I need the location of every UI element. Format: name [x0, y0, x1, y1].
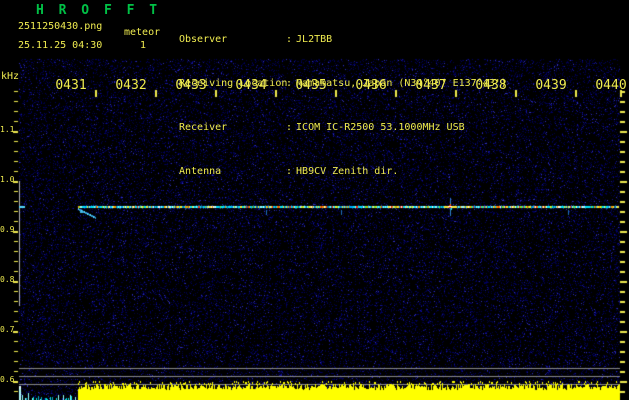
- time-tick-0435: 0435: [295, 78, 327, 93]
- observer-value: JL2TBB: [296, 34, 333, 45]
- receiver-value: ICOM IC-R2500 53.1000MHz USB: [296, 122, 465, 133]
- filename-text: 2511250430.png: [18, 21, 103, 32]
- time-tick-0433: 0433: [175, 78, 207, 93]
- mode-text: meteor: [124, 27, 161, 38]
- antenna-value: HB9CV Zenith dir.: [296, 166, 399, 177]
- freq-tick-0.8: 0.8: [0, 275, 15, 284]
- freq-tick-0.6: 0.6: [0, 375, 15, 384]
- freq-tick-1.1: 1.1: [0, 125, 15, 134]
- time-tick-0436: 0436: [355, 78, 387, 93]
- colon: :: [286, 34, 293, 45]
- info-row-observer: Observer: JL2TBB: [179, 35, 507, 47]
- meteor-count: 1: [140, 40, 147, 51]
- time-tick-0434: 0434: [235, 78, 267, 93]
- time-tick-0438: 0438: [475, 78, 507, 93]
- freq-tick-0.9: 0.9: [0, 225, 15, 234]
- time-tick-0440: 0440: [595, 78, 627, 93]
- datetime-text: 25.11.25 04:30: [18, 40, 103, 51]
- observer-label: Observer: [179, 34, 228, 45]
- info-row-antenna: Antenna: HB9CV Zenith dir.: [179, 167, 507, 179]
- antenna-label: Antenna: [179, 166, 222, 177]
- info-row-location: Receiving Location: Hamamatsu, Japan (N34…: [179, 79, 507, 91]
- colon: :: [286, 166, 293, 177]
- receiver-label: Receiver: [179, 122, 228, 133]
- colon: :: [286, 122, 293, 133]
- app-title: H R O F F T: [36, 3, 161, 18]
- time-tick-0431: 0431: [55, 78, 87, 93]
- observation-info: Observer: JL2TBB Receiving Location: Hamam…: [179, 3, 507, 195]
- freq-tick-0.7: 0.7: [0, 325, 15, 334]
- freq-unit-label: kHz: [1, 71, 20, 82]
- time-tick-0432: 0432: [115, 78, 147, 93]
- info-row-receiver: Receiver: ICOM IC-R2500 53.1000MHz USB: [179, 123, 507, 135]
- time-tick-0439: 0439: [535, 78, 567, 93]
- freq-tick-1.0: 1.0: [0, 175, 15, 184]
- hrofft-screen: { "colors": { "title_green": "#00c146", …: [0, 0, 629, 400]
- time-tick-0437: 0437: [415, 78, 447, 93]
- colon: :: [286, 78, 293, 89]
